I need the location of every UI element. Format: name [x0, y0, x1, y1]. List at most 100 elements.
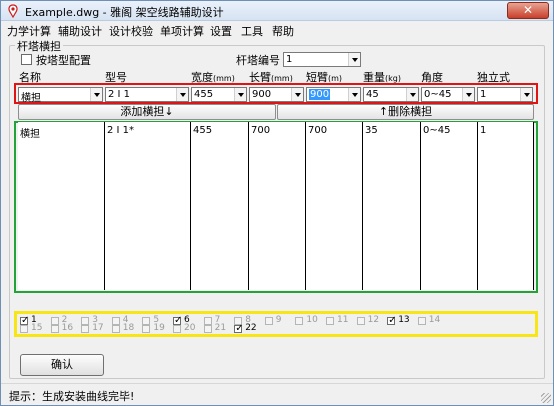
tower-number-checkbox-20[interactable] — [173, 325, 181, 333]
weight-select[interactable]: 45 — [363, 87, 419, 102]
chevron-down-icon — [90, 88, 102, 101]
menu-single-calc[interactable]: 单项计算 — [160, 23, 204, 39]
tower-number-label-21: 21 — [214, 323, 227, 333]
ok-button[interactable]: 确认 — [20, 354, 104, 376]
tower-number-checkbox-18[interactable] — [111, 325, 120, 333]
tower-number-checkbox-9[interactable] — [264, 317, 273, 325]
tower-number-checkbox-5[interactable] — [142, 317, 151, 325]
tower-number-checkbox-22[interactable] — [234, 323, 244, 334]
tower-number-checkbox-3[interactable] — [81, 317, 90, 325]
tower-number-checkbox-17[interactable] — [81, 325, 90, 333]
tower-number-checkbox-21[interactable] — [203, 325, 212, 333]
resize-grip-icon[interactable] — [541, 393, 551, 403]
tower-number-checkbox-19[interactable] — [142, 325, 151, 333]
independent-select[interactable]: 1 — [477, 87, 533, 102]
tower-number-label-11: 11 — [337, 315, 349, 325]
by-tower-type-checkbox[interactable] — [21, 54, 32, 65]
add-crossarm-button[interactable]: 添加横担↓ — [18, 104, 276, 120]
tower-number-checkbox-12[interactable] — [356, 317, 365, 325]
table-cell: 2 I 1* — [107, 125, 135, 136]
weight-value: 45 — [366, 89, 379, 100]
name-value: 横担 — [21, 93, 41, 104]
tower-number-label-22: 22 — [245, 323, 257, 333]
table-col-name: 横担 — [18, 122, 105, 290]
chevron-down-icon — [234, 88, 246, 101]
tower-number-select[interactable]: 1 — [283, 52, 361, 67]
chevron-down-icon — [348, 88, 360, 101]
short-arm-select[interactable]: 900 — [306, 87, 361, 102]
tower-number-label-18: 18 — [122, 323, 135, 333]
tower-number-checkbox-4[interactable] — [111, 317, 120, 325]
tower-number-checkbox-7[interactable] — [203, 317, 212, 325]
chevron-down-icon — [176, 88, 188, 101]
title-bar: Example.dwg - 雅阁 架空线路辅助设计 ✕ — [1, 1, 553, 21]
weight-unit: (kg) — [385, 74, 401, 83]
chevron-down-icon — [406, 88, 418, 101]
table-col-weight: 35 — [363, 122, 421, 290]
table-cell: 700 — [251, 125, 271, 136]
menu-bar: 力学计算 辅助设计 设计校验 单项计算 设置 工具 帮助 — [1, 21, 553, 39]
crossarm-table[interactable]: 横担 2 I 1* 455 700 700 35 0~45 1 — [18, 122, 534, 290]
menu-design-check[interactable]: 设计校验 — [109, 23, 153, 39]
long-arm-select[interactable]: 900 — [249, 87, 304, 102]
tower-number-checkbox-2[interactable] — [50, 317, 59, 325]
tower-number-checkbox-14[interactable] — [417, 317, 426, 325]
menu-settings[interactable]: 设置 — [210, 23, 232, 39]
tower-number-label: 杆塔编号 — [236, 54, 280, 67]
tower-number-checkbox-6[interactable] — [173, 315, 182, 326]
tower-number-label-17: 17 — [92, 323, 104, 333]
chevron-down-icon — [462, 88, 474, 101]
by-tower-type-label: 按塔型配置 — [36, 54, 91, 67]
tower-number-checkbox-13[interactable] — [387, 315, 397, 326]
chevron-down-icon — [348, 53, 360, 66]
menu-mechanics[interactable]: 力学计算 — [7, 23, 51, 39]
table-col-model: 2 I 1* — [105, 122, 191, 290]
chevron-down-icon — [291, 88, 303, 101]
delete-crossarm-button[interactable]: ↑删除横担 — [277, 104, 534, 120]
model-select[interactable]: 2 I 1 — [105, 87, 189, 102]
name-select[interactable]: 横担 — [18, 87, 103, 104]
table-col-independent: 1 — [478, 122, 534, 290]
long-arm-unit: (mm) — [271, 74, 293, 83]
tower-number-label-9: 9 — [275, 315, 282, 325]
menu-tools[interactable]: 工具 — [241, 23, 263, 39]
table-cell: 455 — [193, 125, 213, 136]
table-cell: 0~45 — [423, 125, 451, 136]
tower-number-label-10: 10 — [306, 315, 318, 325]
table-col-angle: 0~45 — [421, 122, 478, 290]
tower-number-label-19: 19 — [153, 323, 165, 333]
tower-number-checkbox-11[interactable] — [326, 317, 334, 325]
menu-assist-design[interactable]: 辅助设计 — [58, 23, 102, 39]
width-unit: (mm) — [213, 74, 235, 83]
tower-number-checkbox-16[interactable] — [50, 325, 59, 333]
angle-select[interactable]: 0~45 — [421, 87, 475, 102]
model-value: 2 I 1 — [108, 89, 131, 100]
tower-number-value: 1 — [286, 54, 293, 65]
close-button[interactable]: ✕ — [507, 2, 549, 19]
chevron-down-icon — [520, 88, 532, 101]
short-arm-unit: (m) — [328, 74, 343, 83]
tower-number-checkbox-1[interactable] — [20, 315, 29, 326]
angle-value: 0~45 — [424, 89, 452, 100]
tower-number-label-13: 13 — [398, 315, 410, 325]
table-cell: 横担 — [20, 129, 40, 140]
table-cell: 1 — [480, 125, 487, 136]
table-cell: 700 — [308, 125, 328, 136]
table-col-short-arm: 700 — [306, 122, 363, 290]
table-cell: 35 — [365, 125, 378, 136]
menu-help[interactable]: 帮助 — [272, 23, 294, 39]
status-text: 提示：生成安装曲线完毕! — [9, 390, 135, 403]
table-col-width: 455 — [191, 122, 249, 290]
width-select[interactable]: 455 — [191, 87, 247, 102]
table-col-long-arm: 700 — [249, 122, 306, 290]
tower-number-label-15: 15 — [31, 323, 43, 333]
app-icon — [8, 4, 18, 18]
tower-number-label-20: 20 — [184, 323, 196, 333]
tower-number-checkbox-10[interactable] — [295, 317, 304, 325]
width-value: 455 — [194, 89, 214, 100]
main-window: Example.dwg - 雅阁 架空线路辅助设计 ✕ 力学计算 辅助设计 设计… — [0, 0, 554, 406]
long-arm-value: 900 — [252, 89, 272, 100]
tower-number-checkbox-15[interactable] — [20, 325, 28, 333]
independent-value: 1 — [480, 89, 487, 100]
tower-number-label-14: 14 — [428, 315, 441, 325]
